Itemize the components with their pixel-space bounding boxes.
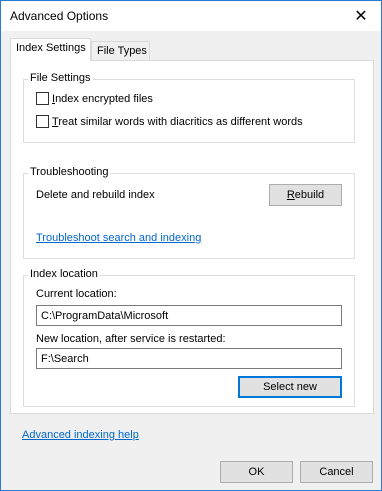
window-title: Advanced Options bbox=[10, 9, 109, 23]
index-settings-panel: File Settings Index encrypted files Trea… bbox=[10, 60, 374, 414]
button-label: Rebuild bbox=[286, 189, 325, 201]
troubleshoot-link[interactable]: Troubleshoot search and indexing bbox=[36, 232, 201, 244]
group-title: Index location bbox=[28, 268, 100, 280]
advanced-indexing-help-link[interactable]: Advanced indexing help bbox=[22, 429, 139, 441]
troubleshooting-group: Troubleshooting Delete and rebuild index… bbox=[23, 166, 355, 259]
button-label: OK bbox=[248, 466, 265, 478]
index-encrypted-checkbox[interactable] bbox=[36, 92, 49, 105]
file-settings-group: File Settings Index encrypted files Trea… bbox=[23, 72, 355, 143]
treat-diacritics-checkbox-row[interactable]: Treat similar words with diacritics as d… bbox=[36, 115, 303, 128]
index-encrypted-checkbox-row[interactable]: Index encrypted files bbox=[36, 92, 153, 105]
button-label: Cancel bbox=[319, 466, 354, 478]
checkbox-label: Treat similar words with diacritics as d… bbox=[52, 115, 303, 128]
treat-diacritics-checkbox[interactable] bbox=[36, 115, 49, 128]
ok-button[interactable]: OK bbox=[220, 461, 293, 483]
new-location-label: New location, after service is restarted… bbox=[36, 333, 226, 345]
checkbox-label: Index encrypted files bbox=[52, 92, 153, 105]
tab-label: Index Settings bbox=[16, 42, 86, 54]
tab-label: File Types bbox=[97, 45, 147, 57]
group-title: Troubleshooting bbox=[28, 166, 111, 178]
current-location-field[interactable] bbox=[36, 305, 342, 326]
index-location-group: Index location Current location: New loc… bbox=[23, 268, 355, 407]
new-location-field[interactable] bbox=[36, 348, 342, 369]
close-button[interactable]: ✕ bbox=[341, 1, 381, 31]
rebuild-description: Delete and rebuild index bbox=[36, 189, 155, 201]
cancel-button[interactable]: Cancel bbox=[300, 461, 373, 483]
current-location-label: Current location: bbox=[36, 288, 117, 300]
tab-file-types[interactable]: File Types bbox=[91, 41, 150, 60]
button-label: Select new bbox=[263, 381, 317, 393]
select-new-button[interactable]: Select new bbox=[238, 376, 342, 398]
group-title: File Settings bbox=[28, 72, 93, 84]
rebuild-button[interactable]: Rebuild bbox=[269, 184, 342, 206]
close-icon: ✕ bbox=[354, 8, 368, 25]
tab-index-settings[interactable]: Index Settings bbox=[10, 38, 91, 61]
title-bar: Advanced Options ✕ bbox=[1, 1, 381, 31]
advanced-options-dialog: Advanced Options ✕ Index Settings File T… bbox=[0, 0, 382, 491]
